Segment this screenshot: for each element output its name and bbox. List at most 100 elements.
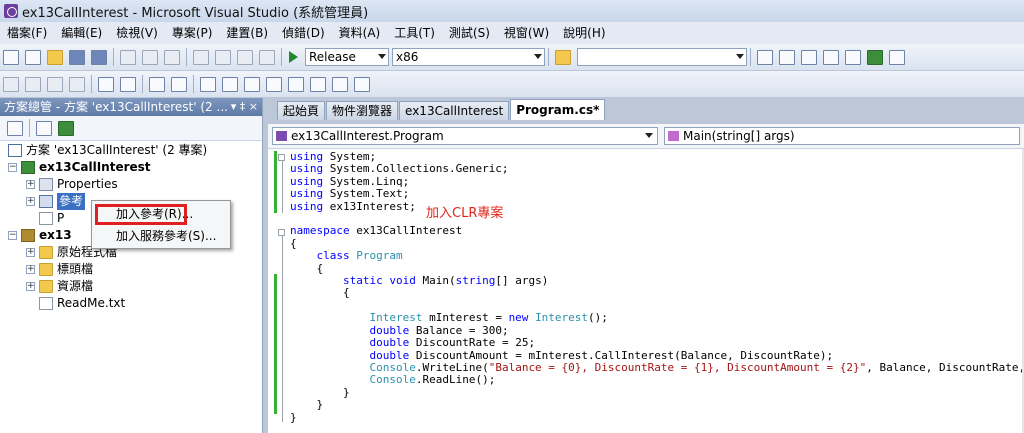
properties-window-icon[interactable] <box>800 48 818 66</box>
tab-ex13callinterest[interactable]: ex13CallInterest <box>399 101 510 120</box>
menu-data[interactable]: 資料(A) <box>332 22 388 44</box>
platform-value: x86 <box>396 50 419 64</box>
toolbar-separator <box>281 48 282 66</box>
expand-icon[interactable]: + <box>26 180 35 189</box>
solution-platform-select[interactable]: x86 <box>392 48 545 66</box>
complete-word-icon[interactable] <box>68 75 86 93</box>
menu-help[interactable]: 說明(H) <box>556 22 612 44</box>
parameter-info-icon[interactable] <box>24 75 42 93</box>
toggle-bookmark-icon[interactable] <box>199 75 217 93</box>
open-file-icon[interactable] <box>46 48 64 66</box>
references-icon <box>39 195 53 208</box>
tree-properties[interactable]: + Properties <box>26 176 118 193</box>
code-navigation-bar: ex13CallInterest.Program Main(string[] a… <box>268 124 1024 149</box>
previous-bookmark-folder-icon[interactable] <box>265 75 283 93</box>
uncomment-lines-icon[interactable] <box>170 75 188 93</box>
panel-controls[interactable]: ▾ ‡ × <box>231 98 262 116</box>
outline-collapse-icon[interactable] <box>278 229 285 236</box>
next-bookmark-icon[interactable] <box>243 75 261 93</box>
find-in-files-icon[interactable] <box>554 48 572 66</box>
window-title: ex13CallInterest - Microsoft Visual Stud… <box>22 5 369 21</box>
copy-icon[interactable] <box>141 48 159 66</box>
object-browser-icon[interactable] <box>822 48 840 66</box>
code-line: class Program <box>316 249 403 263</box>
collapse-icon[interactable]: − <box>8 163 17 172</box>
tree-project-ex13[interactable]: − ex13 <box>8 227 72 244</box>
tree-project-ex13callinterest[interactable]: − ex13CallInterest <box>8 159 151 176</box>
find-symbol-icon[interactable] <box>756 48 774 66</box>
new-project-icon[interactable] <box>2 48 20 66</box>
previous-bookmark-document-icon[interactable] <box>309 75 327 93</box>
undo-icon[interactable] <box>192 48 210 66</box>
tree-solution[interactable]: 方案 'ex13CallInterest' (2 專案) <box>8 142 207 159</box>
tree-folder-header[interactable]: + 標頭檔 <box>26 261 93 278</box>
menu-build[interactable]: 建置(B) <box>219 22 275 44</box>
change-marker <box>274 151 277 213</box>
code-line: { <box>316 261 324 275</box>
menu-file[interactable]: 檔案(F) <box>0 22 54 44</box>
expand-icon[interactable]: + <box>26 282 35 291</box>
menu-tools[interactable]: 工具(T) <box>387 22 442 44</box>
expand-icon[interactable]: + <box>26 248 35 257</box>
code-line: using ex13Interest; <box>290 199 416 213</box>
tree-references[interactable]: + 參考 <box>26 193 86 210</box>
redo-icon[interactable] <box>214 48 232 66</box>
code-line: using System.Text; <box>290 187 410 201</box>
tree-folder-resource[interactable]: + 資源檔 <box>26 278 93 295</box>
save-all-icon[interactable] <box>90 48 108 66</box>
menu-window[interactable]: 視窗(W) <box>497 22 556 44</box>
decrease-indent-icon[interactable] <box>97 75 115 93</box>
code-line: { <box>290 236 297 250</box>
menu-add-reference[interactable]: 加入參考(R)... <box>112 204 193 224</box>
command-window-icon[interactable] <box>888 48 906 66</box>
clear-bookmarks-icon[interactable] <box>353 75 371 93</box>
cpp-project-icon <box>21 229 35 242</box>
properties-folder-icon <box>39 178 53 191</box>
code-line: static void Main(string[] args) <box>342 274 549 288</box>
tab-program-cs[interactable]: Program.cs* <box>510 99 606 120</box>
increase-indent-icon[interactable] <box>119 75 137 93</box>
tab-start-page[interactable]: 起始頁 <box>277 101 326 120</box>
add-item-icon[interactable] <box>24 48 42 66</box>
start-debugging-icon[interactable] <box>289 51 298 63</box>
outline-collapse-icon[interactable] <box>278 154 285 161</box>
next-bookmark-document-icon[interactable] <box>331 75 349 93</box>
code-editor[interactable]: using System; using System.Collections.G… <box>268 149 1024 433</box>
menu-test[interactable]: 測試(S) <box>442 22 497 44</box>
solution-explorer-icon[interactable] <box>778 48 796 66</box>
menu-add-service-reference[interactable]: 加入服務參考(S)... <box>112 226 216 246</box>
paste-icon[interactable] <box>163 48 181 66</box>
tree-program-file[interactable]: P <box>39 210 64 227</box>
navigate-back-icon[interactable] <box>236 48 254 66</box>
type-select[interactable]: ex13CallInterest.Program <box>272 127 658 145</box>
expand-icon[interactable]: + <box>26 197 35 206</box>
cut-icon[interactable] <box>119 48 137 66</box>
collapse-icon[interactable]: − <box>8 231 17 240</box>
properties-icon[interactable] <box>6 119 24 137</box>
refresh-icon[interactable] <box>57 119 75 137</box>
solution-configuration-select[interactable]: Release <box>305 48 389 66</box>
previous-bookmark-icon[interactable] <box>221 75 239 93</box>
code-line: Console.WriteLine("Balance = {0}, Discou… <box>369 360 1024 374</box>
member-select[interactable]: Main(string[] args) <box>664 127 1020 145</box>
toolbox-icon[interactable] <box>844 48 862 66</box>
start-page-icon[interactable] <box>866 48 884 66</box>
next-bookmark-folder-icon[interactable] <box>287 75 305 93</box>
expand-icon[interactable]: + <box>26 265 35 274</box>
menu-project[interactable]: 專案(P) <box>165 22 220 44</box>
solution-icon <box>8 144 22 157</box>
toolbar-separator <box>29 119 30 137</box>
menu-view[interactable]: 檢視(V) <box>109 22 165 44</box>
quick-info-icon[interactable] <box>46 75 64 93</box>
menu-debug[interactable]: 偵錯(D) <box>275 22 332 44</box>
comment-lines-icon[interactable] <box>148 75 166 93</box>
save-icon[interactable] <box>68 48 86 66</box>
tree-readme[interactable]: ReadMe.txt <box>39 295 125 312</box>
show-all-files-icon[interactable] <box>35 119 53 137</box>
navigate-forward-icon[interactable] <box>258 48 276 66</box>
find-combo[interactable] <box>577 48 747 66</box>
tab-object-browser[interactable]: 物件瀏覽器 <box>326 101 399 120</box>
solution-explorer-toolbar <box>0 116 262 141</box>
menu-edit[interactable]: 編輯(E) <box>54 22 109 44</box>
object-member-list-icon[interactable] <box>2 75 20 93</box>
